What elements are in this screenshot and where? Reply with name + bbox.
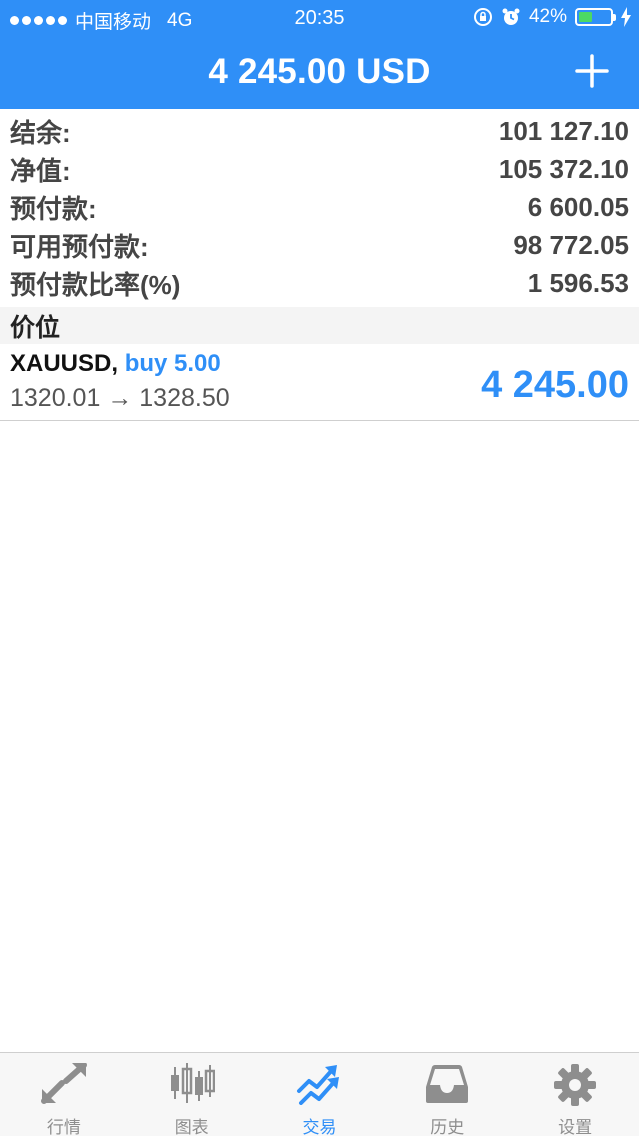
status-right: 42% [473,6,631,28]
position-direction: buy 5.00 [124,350,221,377]
add-order-button[interactable] [575,54,609,88]
free-margin-label: 可用预付款: [10,231,149,262]
tab-charts[interactable]: 图表 [128,1053,256,1136]
tab-quotes-label: 行情 [46,1118,81,1136]
margin-value: 6 600.05 [527,191,629,222]
tab-charts-label: 图表 [174,1118,209,1136]
summary-row-balance: 结余: 101 127.10 [0,112,639,150]
trade-icon [297,1065,340,1105]
margin-level-value: 1 596.53 [527,267,629,298]
rotation-lock-icon [473,8,492,26]
tab-bar: 行情 图表 交易 历史 设置 [0,1052,639,1136]
position-prices: 1320.01 → 1328.50 [10,384,230,412]
equity-value: 105 372.10 [498,153,629,184]
battery-percent: 42% [528,6,567,27]
position-row[interactable]: XAUUSD, buy 5.00 1320.01 → 1328.50 4 245… [0,344,639,421]
position-title: XAUUSD, buy 5.00 [10,350,221,378]
margin-level-label: 预付款比率(%) [10,269,181,300]
summary-row-equity: 净值: 105 372.10 [0,150,639,188]
position-profit: 4 245.00 [481,364,629,406]
tab-settings-label: 设置 [558,1118,593,1136]
status-bar: 中国移动 4G 20:35 42% [0,0,639,36]
alarm-icon [502,8,520,25]
balance-label: 结余: [10,117,71,148]
summary-row-margin-level: 预付款比率(%) 1 596.53 [0,264,639,302]
page-title: 4 245.00 USD [208,52,431,91]
chart-icon [170,1063,215,1103]
positions-section-header: 价位 [0,307,639,344]
charging-icon [621,7,631,27]
tab-settings[interactable]: 设置 [511,1053,639,1136]
free-margin-value: 98 772.05 [513,229,629,260]
summary-row-margin: 预付款: 6 600.05 [0,188,639,226]
history-icon [426,1065,469,1103]
summary-row-free-margin: 可用预付款: 98 772.05 [0,226,639,264]
quotes-icon [40,1063,87,1104]
margin-label: 预付款: [10,193,97,224]
equity-label: 净值: [10,155,71,186]
tab-trade[interactable]: 交易 [256,1053,384,1136]
plus-icon [575,54,609,88]
settings-icon [554,1064,597,1106]
tab-history-label: 历史 [430,1118,465,1136]
position-symbol: XAUUSD, [10,350,119,377]
battery-fill [579,12,592,22]
account-summary: 结余: 101 127.10 净值: 105 372.10 预付款: 6 600… [0,112,639,302]
tab-history[interactable]: 历史 [383,1053,511,1136]
top-bar: 中国移动 4G 20:35 42% 4 245.00 USD [0,0,639,109]
tab-trade-label: 交易 [302,1118,337,1136]
battery-icon [575,8,616,26]
balance-value: 101 127.10 [498,115,629,146]
tab-quotes[interactable]: 行情 [0,1053,128,1136]
